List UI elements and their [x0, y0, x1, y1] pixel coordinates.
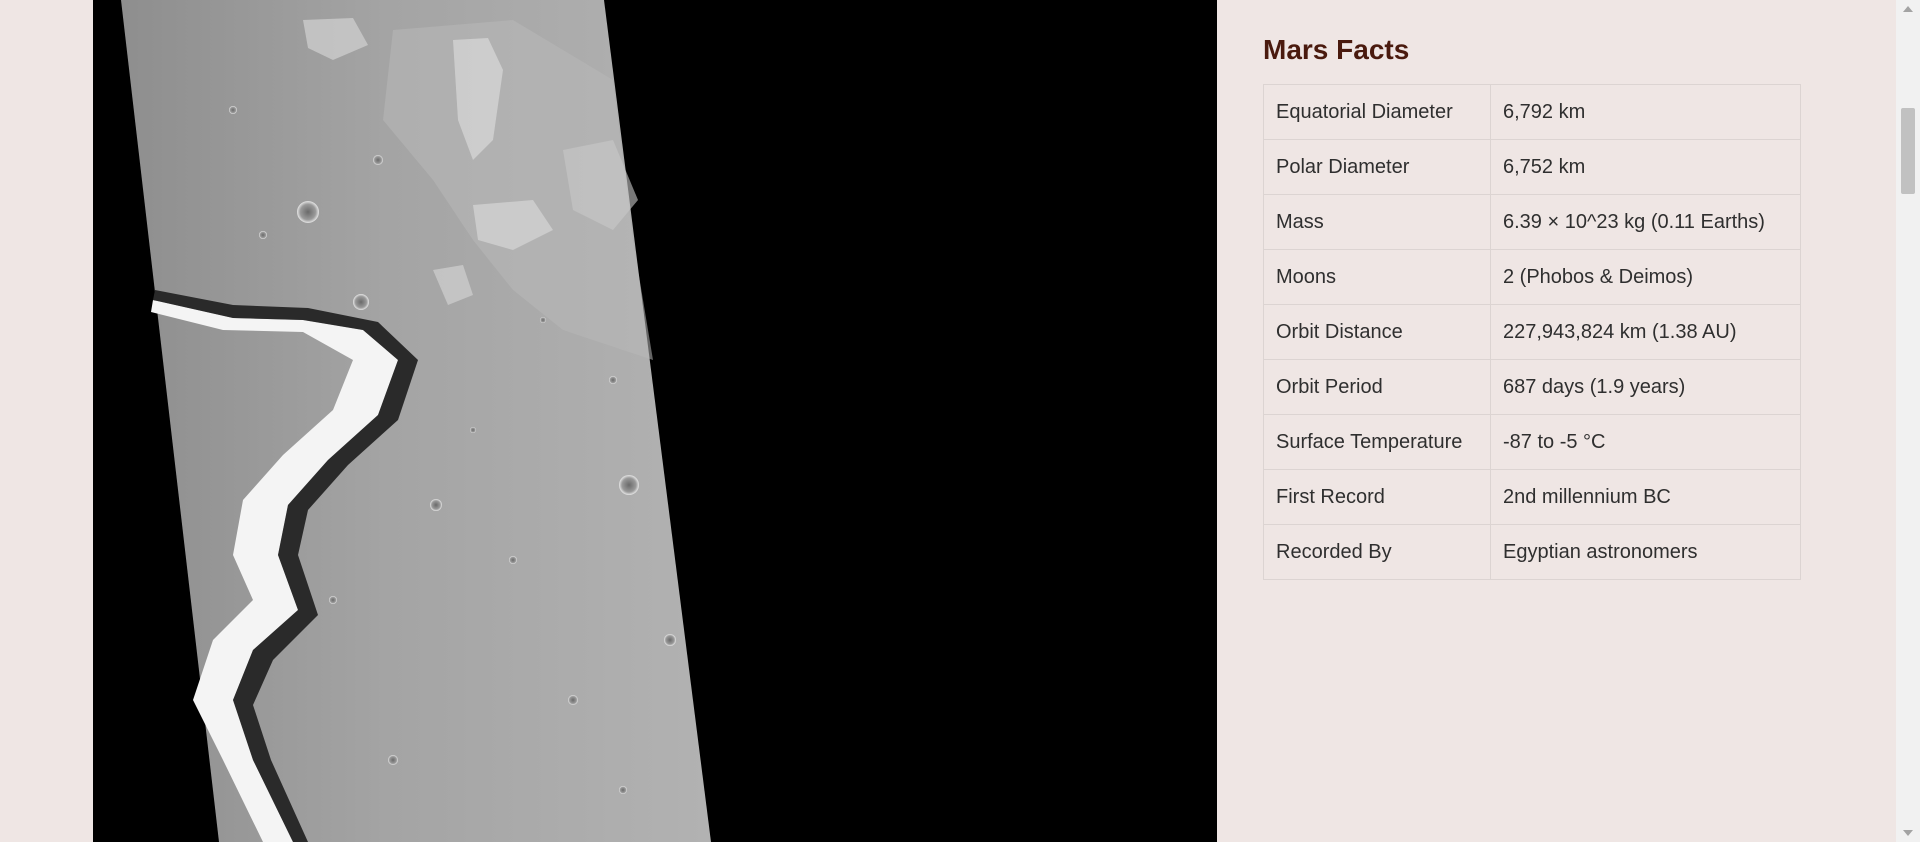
- fact-label: Orbit Period: [1263, 359, 1491, 415]
- fact-value: 2 (Phobos & Deimos): [1490, 249, 1801, 305]
- scrollbar-thumb[interactable]: [1901, 108, 1915, 194]
- table-row: Equatorial Diameter 6,792 km: [1263, 84, 1801, 140]
- page: Mars Facts Equatorial Diameter 6,792 km …: [0, 0, 1920, 842]
- table-row: Surface Temperature -87 to -5 °C: [1263, 414, 1801, 470]
- mars-image[interactable]: [93, 0, 1217, 842]
- fact-value: 6,752 km: [1490, 139, 1801, 195]
- fact-value: 2nd millennium BC: [1490, 469, 1801, 525]
- mars-surface-image: [93, 0, 1217, 842]
- facts-table: Equatorial Diameter 6,792 km Polar Diame…: [1263, 84, 1801, 580]
- fact-value: -87 to -5 °C: [1490, 414, 1801, 470]
- fact-value: 6,792 km: [1490, 84, 1801, 140]
- scroll-up-arrow-icon[interactable]: [1903, 6, 1913, 12]
- fact-value: Egyptian astronomers: [1490, 524, 1801, 580]
- scroll-down-arrow-icon[interactable]: [1903, 830, 1913, 836]
- fact-label: Moons: [1263, 249, 1491, 305]
- table-row: Polar Diameter 6,752 km: [1263, 139, 1801, 195]
- vertical-scrollbar[interactable]: [1896, 0, 1920, 842]
- table-row: First Record 2nd millennium BC: [1263, 469, 1801, 525]
- fact-value: 687 days (1.9 years): [1490, 359, 1801, 415]
- fact-label: Mass: [1263, 194, 1491, 250]
- fact-label: Orbit Distance: [1263, 304, 1491, 360]
- fact-value: 6.39 × 10^23 kg (0.11 Earths): [1490, 194, 1801, 250]
- table-row: Orbit Period 687 days (1.9 years): [1263, 359, 1801, 415]
- table-row: Orbit Distance 227,943,824 km (1.38 AU): [1263, 304, 1801, 360]
- table-row: Mass 6.39 × 10^23 kg (0.11 Earths): [1263, 194, 1801, 250]
- fact-label: Polar Diameter: [1263, 139, 1491, 195]
- fact-label: Recorded By: [1263, 524, 1491, 580]
- fact-value: 227,943,824 km (1.38 AU): [1490, 304, 1801, 360]
- fact-label: First Record: [1263, 469, 1491, 525]
- facts-panel: Mars Facts Equatorial Diameter 6,792 km …: [1263, 30, 1801, 580]
- table-row: Recorded By Egyptian astronomers: [1263, 524, 1801, 580]
- facts-title: Mars Facts: [1263, 34, 1410, 65]
- fact-label: Surface Temperature: [1263, 414, 1491, 470]
- fact-label: Equatorial Diameter: [1263, 84, 1491, 140]
- table-row: Moons 2 (Phobos & Deimos): [1263, 249, 1801, 305]
